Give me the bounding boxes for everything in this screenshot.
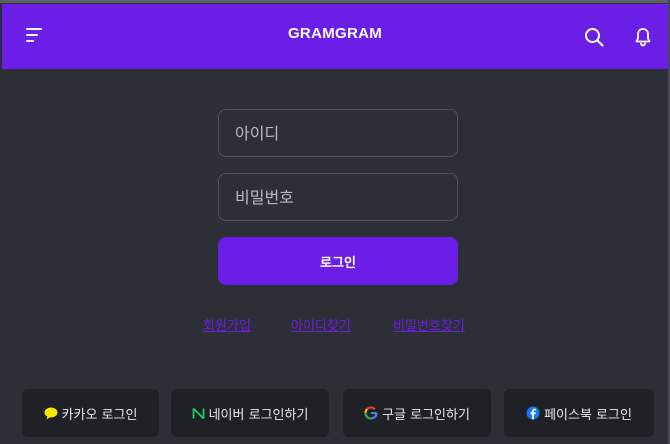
naver-login-label: 네이버 로그인하기 — [208, 407, 309, 423]
google-login-label: 구글 로그인하기 — [382, 407, 470, 423]
facebook-icon — [526, 406, 540, 420]
top-app-bar: GRAMGRAM — [2, 4, 668, 69]
search-button[interactable] — [583, 26, 605, 48]
brand-logo: GRAMGRAM — [287, 25, 383, 42]
login-button[interactable]: 로그인 — [218, 237, 458, 285]
notifications-button[interactable] — [632, 26, 654, 48]
app-screen: GRAMGRAM 로그인 회원가입 아이디찾기 비밀번호찾기 카카오 로그인 — [0, 0, 670, 444]
id-input[interactable] — [218, 109, 458, 157]
window-top-border — [0, 0, 670, 3]
naver-n-icon — [192, 407, 205, 420]
bell-icon — [635, 28, 651, 47]
kakao-login-button[interactable]: 카카오 로그인 — [22, 389, 159, 437]
speech-bubble-icon — [44, 407, 58, 420]
find-id-link[interactable]: 아이디찾기 — [291, 315, 351, 334]
signup-link[interactable]: 회원가입 — [203, 315, 251, 334]
find-password-link[interactable]: 비밀번호찾기 — [393, 315, 465, 334]
naver-login-button[interactable]: 네이버 로그인하기 — [171, 389, 329, 437]
kakao-login-label: 카카오 로그인 — [61, 407, 138, 423]
facebook-login-label: 페이스북 로그인 — [544, 407, 632, 423]
google-g-icon — [364, 406, 378, 420]
google-login-button[interactable]: 구글 로그인하기 — [343, 389, 491, 437]
password-input[interactable] — [218, 173, 458, 221]
facebook-login-button[interactable]: 페이스북 로그인 — [504, 389, 654, 437]
search-icon — [585, 28, 604, 47]
